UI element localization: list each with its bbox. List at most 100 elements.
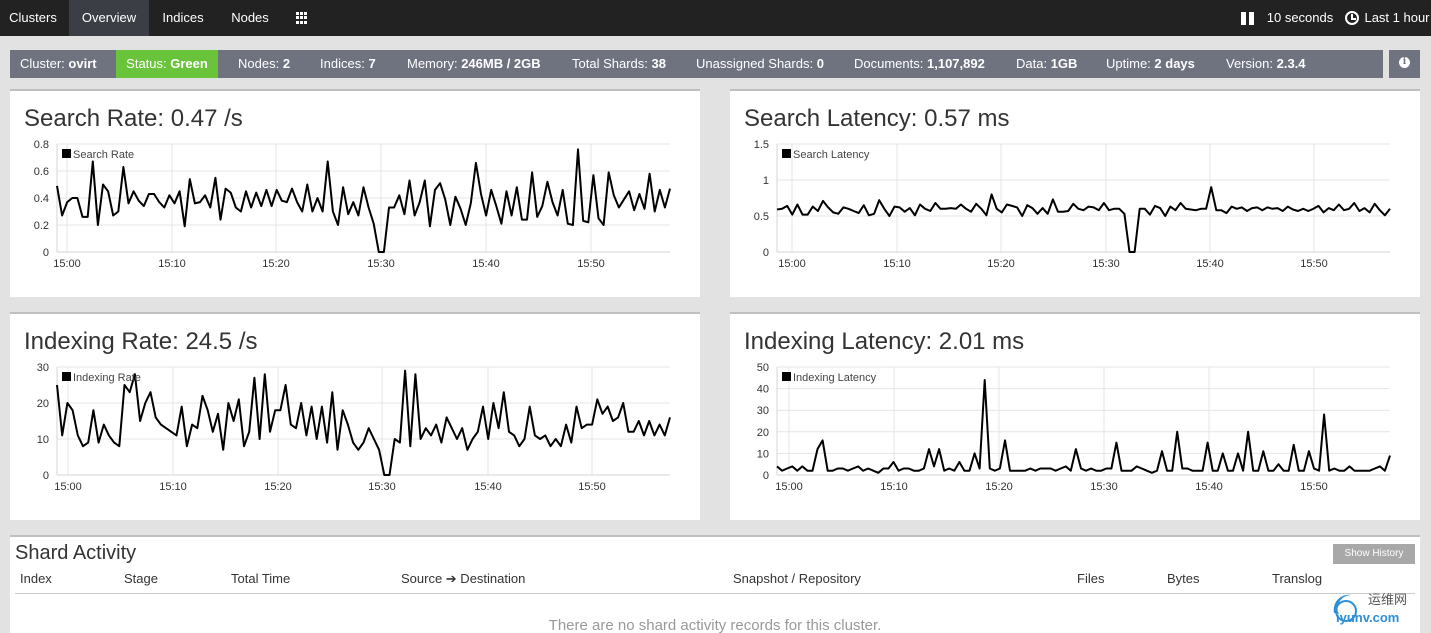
y-tick-label: 0.5: [754, 211, 769, 223]
tab-clusters[interactable]: Clusters: [0, 0, 66, 36]
status-badge: Status: Green: [116, 50, 218, 78]
legend-label: Search Latency: [793, 149, 870, 161]
shard-activity-panel: Shard Activity Show History Index Stage …: [10, 535, 1420, 633]
y-tick-label: 0.4: [34, 193, 49, 205]
legend-swatch: [782, 372, 791, 381]
column-header-index[interactable]: Index: [20, 571, 52, 586]
column-header-stage[interactable]: Stage: [124, 571, 158, 586]
x-tick-label: 15:20: [985, 481, 1013, 493]
y-tick-label: 1: [763, 175, 769, 187]
empty-state-message: There are no shard activity records for …: [548, 617, 882, 633]
x-tick-label: 15:00: [778, 258, 806, 270]
x-tick-label: 15:00: [53, 258, 81, 270]
top-navbar: Clusters Overview Indices Nodes 10 secon…: [0, 0, 1431, 36]
watermark-logo-icon: 运维网 iyunv.com: [1333, 593, 1407, 625]
y-tick-label: 20: [37, 398, 49, 410]
legend-swatch: [62, 372, 71, 381]
search-latency-panel: Search Latency: 0.57 ms 0 0.5 1 1.5 15:00 15:…: [730, 89, 1420, 297]
x-tick-label: 15:50: [1300, 258, 1328, 270]
series-line: [776, 186, 1391, 253]
y-tick-label: 10: [37, 434, 49, 446]
x-tick-label: 15:50: [578, 481, 606, 493]
column-header-files[interactable]: Files: [1077, 571, 1104, 586]
stat-nodes: Nodes: 2: [238, 56, 291, 71]
x-tick-label: 15:10: [880, 481, 908, 493]
y-tick-label: 1.5: [754, 139, 769, 151]
cluster-status-bar: Cluster: ovirt Status: Green Nodes: 2 In…: [10, 50, 1383, 78]
y-tick-label: 0.6: [34, 166, 49, 178]
stat-indices: Indices: 7: [320, 56, 376, 71]
y-tick-label: 40: [757, 384, 769, 396]
tab-overview[interactable]: Overview: [69, 0, 149, 36]
clock-icon[interactable]: [1345, 11, 1359, 25]
indexing-rate-chart: 0 10 20 30 15:00 15:10 15:20 15:30 15:40 15:50 Ind…: [37, 362, 671, 493]
y-tick-label: 0: [43, 247, 49, 259]
shard-activity-title: Shard Activity: [15, 542, 137, 564]
watermark-url-text: iyunv.com: [1336, 610, 1399, 625]
stat-cluster: Cluster: ovirt: [20, 56, 97, 71]
info-button[interactable]: i: [1389, 50, 1420, 78]
y-tick-label: 50: [757, 362, 769, 374]
stat-uptime: Uptime: 2 days: [1106, 56, 1195, 71]
x-tick-label: 15:50: [577, 258, 605, 270]
watermark-cn-text: 运维网: [1368, 593, 1407, 608]
x-tick-label: 15:10: [883, 258, 911, 270]
y-tick-label: 0: [763, 247, 769, 259]
stat-unassigned-shards: Unassigned Shards: 0: [696, 56, 824, 71]
pause-icon[interactable]: [1241, 12, 1254, 25]
x-tick-label: 15:20: [987, 258, 1015, 270]
series-line: [56, 148, 671, 253]
x-tick-label: 15:00: [775, 481, 803, 493]
stat-total-shards: Total Shards: 38: [572, 56, 666, 71]
legend-label: Search Rate: [73, 149, 134, 161]
search-latency-chart: 0 0.5 1 1.5 15:00 15:10 15:20 15:30 15:40 15:50 Se…: [754, 139, 1391, 270]
search-rate-panel: Search Rate: 0.47 /s 0 0.2 0.4 0.6 0.8 15:00 1…: [10, 89, 700, 297]
indexing-latency-chart: 0 10 20 30 40 50 15:00 15:10 15:20 15:30 15:40 15:5…: [757, 362, 1391, 493]
x-tick-label: 15:50: [1300, 481, 1328, 493]
column-header-total-time[interactable]: Total Time: [231, 571, 290, 586]
y-tick-label: 0.8: [34, 139, 49, 151]
y-tick-label: 10: [757, 448, 769, 460]
stat-data: Data: 1GB: [1016, 56, 1078, 71]
column-header-snapshot-repository[interactable]: Snapshot / Repository: [733, 571, 861, 586]
legend-swatch: [782, 149, 791, 158]
indexing-rate-panel: Indexing Rate: 24.5 /s 0 10 20 30 15:00 15:10…: [10, 312, 700, 520]
y-tick-label: 30: [757, 405, 769, 417]
x-tick-label: 15:30: [1090, 481, 1118, 493]
x-tick-label: 15:40: [1195, 481, 1223, 493]
x-tick-label: 15:10: [159, 481, 187, 493]
series-line: [56, 369, 671, 476]
y-tick-label: 0: [763, 470, 769, 482]
x-tick-label: 15:40: [474, 481, 502, 493]
legend-label: Indexing Rate: [73, 372, 141, 384]
refresh-interval[interactable]: 10 seconds: [1264, 0, 1336, 36]
column-header-bytes[interactable]: Bytes: [1167, 571, 1200, 586]
apps-grid-icon[interactable]: [296, 12, 308, 24]
table-header-divider: [15, 593, 1415, 594]
tab-nodes[interactable]: Nodes: [220, 0, 280, 36]
x-tick-label: 15:40: [472, 258, 500, 270]
show-history-button[interactable]: Show History: [1333, 544, 1415, 564]
series-line: [776, 379, 1391, 474]
info-icon: i: [1399, 57, 1410, 69]
stat-version: Version: 2.3.4: [1226, 56, 1306, 71]
legend-label: Indexing Latency: [793, 372, 877, 384]
x-tick-label: 15:30: [367, 258, 395, 270]
y-tick-label: 30: [37, 362, 49, 374]
y-tick-label: 0.2: [34, 220, 49, 232]
search-rate-chart: 0 0.2 0.4 0.6 0.8 15:00 15:10 15:20 15:30 15:40 15…: [34, 139, 671, 270]
time-range-picker[interactable]: Last 1 hour: [1363, 0, 1431, 36]
tab-indices[interactable]: Indices: [152, 0, 214, 36]
stat-memory: Memory: 246MB / 2GB: [407, 56, 541, 71]
site-watermark: 运维网 iyunv.com: [1328, 587, 1428, 631]
x-tick-label: 15:20: [262, 258, 290, 270]
stat-documents: Documents: 1,107,892: [854, 56, 985, 71]
indexing-latency-panel: Indexing Latency: 2.01 ms 0 10 20 30 40 50 15:…: [730, 312, 1420, 520]
y-tick-label: 0: [43, 470, 49, 482]
column-header-translog[interactable]: Translog: [1272, 571, 1322, 586]
x-tick-label: 15:20: [264, 481, 292, 493]
x-tick-label: 15:00: [54, 481, 82, 493]
column-header-source-destination[interactable]: Source ➔ Destination: [401, 571, 525, 587]
y-tick-label: 20: [757, 427, 769, 439]
x-tick-label: 15:30: [1092, 258, 1120, 270]
